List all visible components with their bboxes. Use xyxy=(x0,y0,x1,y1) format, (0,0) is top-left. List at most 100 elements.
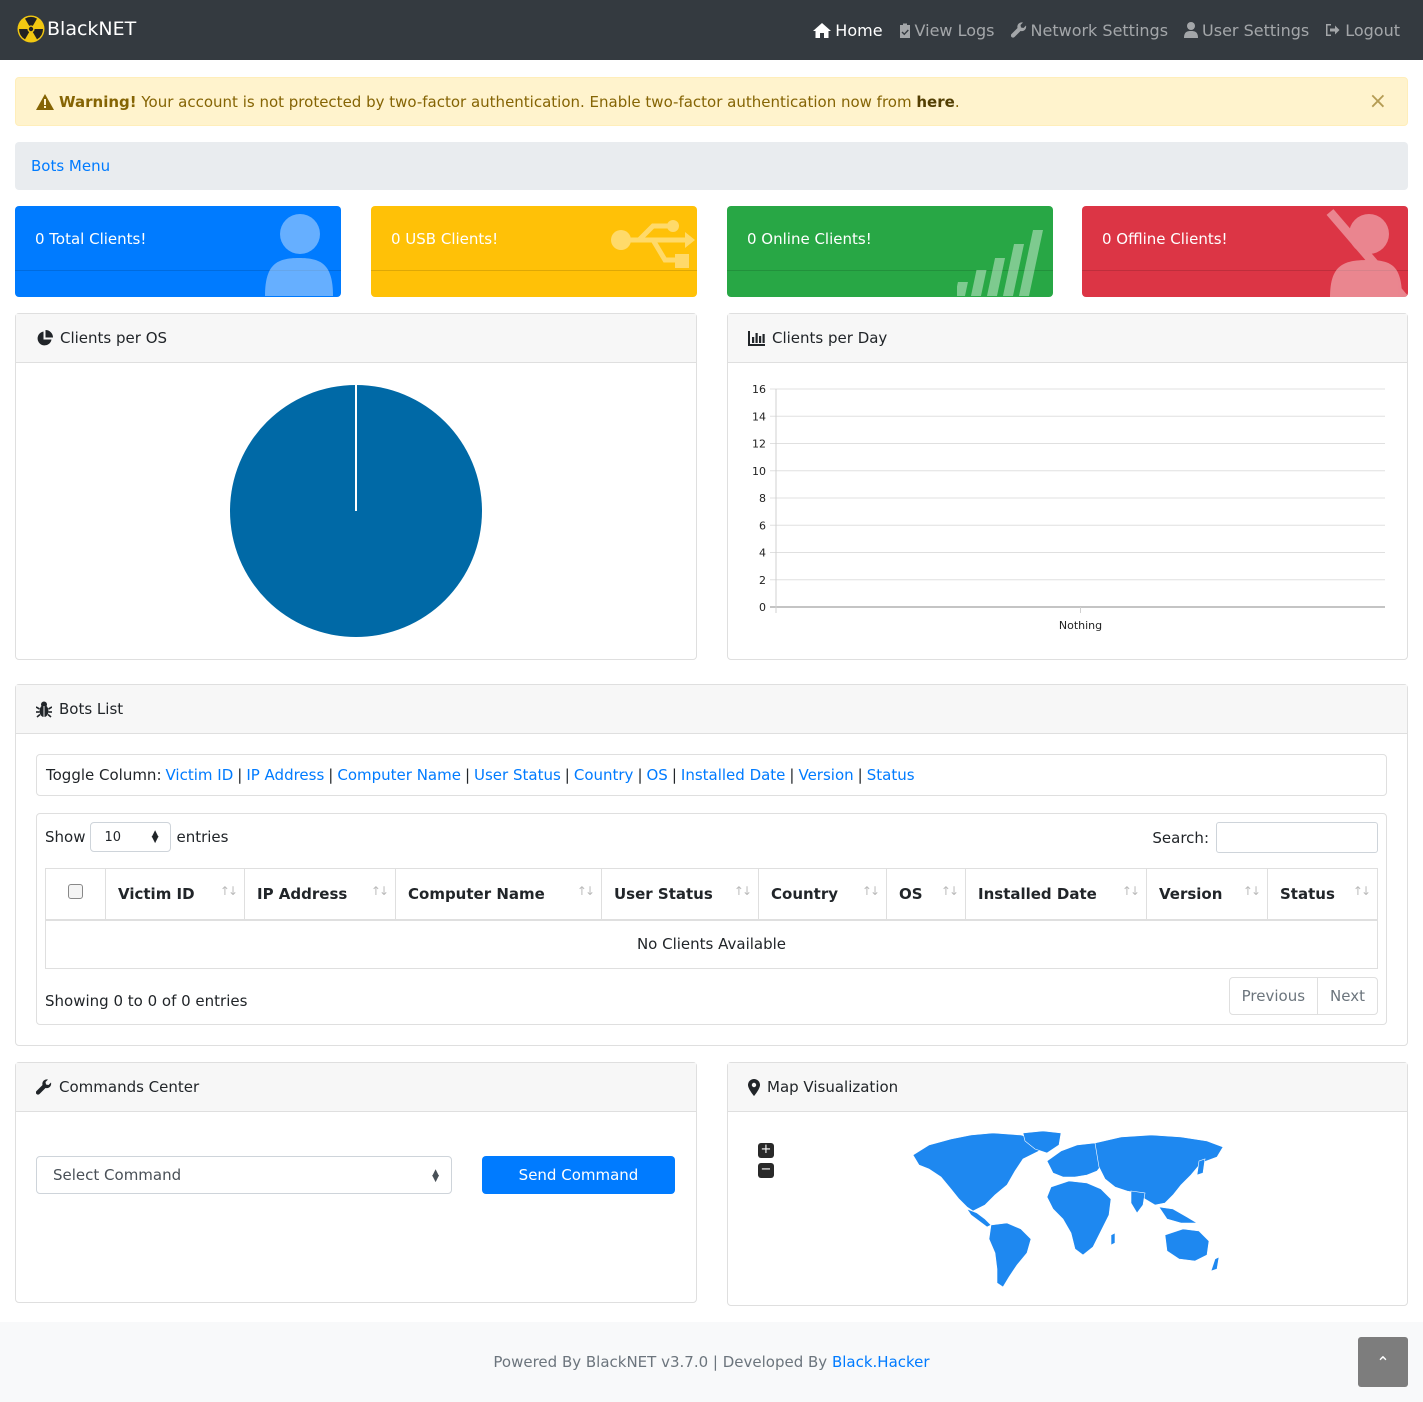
sort-icon: ↑↓ xyxy=(576,884,595,898)
brand-link[interactable]: BlackNET xyxy=(17,15,136,43)
toggle-status[interactable]: Status xyxy=(867,766,915,784)
sort-icon: ↑↓ xyxy=(219,884,238,898)
header-user-status-label: User Status xyxy=(614,884,713,903)
table-header-row: Victim ID ↑↓ IP Address ↑↓ Computer Name ↑↓… xyxy=(45,868,1378,921)
nav-home[interactable]: Home xyxy=(813,21,883,40)
entries-length-control: Show 10 ▲ ▼ entries xyxy=(45,822,228,852)
header-version-label: Version xyxy=(1159,884,1223,903)
toggle-ip-address[interactable]: IP Address xyxy=(246,766,324,784)
footer: Powered By BlackNET v3.7.0 | Developed B… xyxy=(0,1322,1423,1402)
wrench-icon xyxy=(1010,22,1026,38)
breadcrumb-bots-menu[interactable]: Bots Menu xyxy=(31,157,110,175)
developer-link[interactable]: Black.Hacker xyxy=(832,1353,930,1371)
entries-select[interactable]: 10 ▲ ▼ xyxy=(90,822,172,852)
header-installed-date[interactable]: Installed Date ↑↓ xyxy=(965,868,1147,921)
alert-link[interactable]: here xyxy=(916,93,954,111)
clients-per-day-header: Clients per Day xyxy=(728,314,1407,363)
zoom-in-button[interactable]: + xyxy=(758,1143,774,1158)
southeast-asia-shape xyxy=(1158,1206,1199,1224)
send-command-button[interactable]: Send Command xyxy=(482,1156,675,1194)
empty-table-cell: No Clients Available xyxy=(45,919,1378,969)
online-clients-card[interactable]: 0 Online Clients! xyxy=(727,206,1053,297)
alert-end: . xyxy=(954,92,960,111)
clients-per-os-card: Clients per OS xyxy=(15,313,697,660)
commands-center-card: Commands Center Select Command ▲ ▼ Send C… xyxy=(15,1062,697,1303)
sort-icon: ↑↓ xyxy=(733,884,752,898)
select-caret-icon: ▲ ▼ xyxy=(432,1168,439,1184)
commands-center-header: Commands Center xyxy=(16,1063,696,1112)
toggle-os[interactable]: OS xyxy=(647,766,668,784)
sign-out-icon xyxy=(1326,24,1340,36)
toggle-victim-id[interactable]: Victim ID xyxy=(166,766,234,784)
toggle-country[interactable]: Country xyxy=(574,766,634,784)
alert-close-button[interactable]: × xyxy=(1369,91,1387,113)
header-country[interactable]: Country ↑↓ xyxy=(758,868,887,921)
y-tick-label: 12 xyxy=(752,438,766,451)
user-icon xyxy=(265,214,333,296)
alert-text: Your account is not protected by two-fac… xyxy=(141,92,912,111)
y-tick-label: 6 xyxy=(759,519,766,532)
clients-per-os-title: Clients per OS xyxy=(60,329,168,347)
south-america-shape xyxy=(988,1222,1032,1288)
header-version[interactable]: Version ↑↓ xyxy=(1146,868,1268,921)
datatable-wrapper: Show 10 ▲ ▼ entries Search: Victim ID ↑↓ I… xyxy=(36,813,1387,1025)
total-clients-card[interactable]: 0 Total Clients! xyxy=(15,206,341,297)
sort-icon: ↑↓ xyxy=(861,884,880,898)
header-ip-address[interactable]: IP Address ↑↓ xyxy=(244,868,396,921)
toggle-computer-name[interactable]: Computer Name xyxy=(337,766,461,784)
header-victim-id[interactable]: Victim ID ↑↓ xyxy=(105,868,245,921)
command-select[interactable]: Select Command ▲ ▼ xyxy=(36,1156,452,1194)
header-os-label: OS xyxy=(899,884,923,903)
nav-view-logs[interactable]: View Logs xyxy=(899,21,995,40)
header-victim-id-label: Victim ID xyxy=(118,884,195,903)
select-all-checkbox[interactable] xyxy=(68,884,83,900)
toggle-separator: | xyxy=(237,766,243,784)
nav-user-settings[interactable]: User Settings xyxy=(1184,21,1309,40)
header-status[interactable]: Status ↑↓ xyxy=(1267,868,1378,921)
scroll-to-top-button[interactable]: ⌃ xyxy=(1358,1337,1408,1387)
table-row: No Clients Available xyxy=(45,919,1378,969)
clients-per-day-title: Clients per Day xyxy=(772,329,888,347)
nav-logout[interactable]: Logout xyxy=(1325,21,1400,40)
y-tick-label: 16 xyxy=(752,383,766,396)
toggle-separator: | xyxy=(671,766,677,784)
navbar: BlackNET Home View Logs Network Settings… xyxy=(0,0,1423,60)
offline-clients-label: 0 Offline Clients! xyxy=(1102,230,1228,248)
y-tick-label: 4 xyxy=(759,547,766,560)
clients-per-day-chart: 0 2 4 6 8 10 12 14 16 Nothing xyxy=(752,383,1385,632)
command-select-value: Select Command xyxy=(53,1166,182,1184)
signal-icon xyxy=(957,230,1043,296)
user-slash-icon xyxy=(1326,209,1408,297)
bug-icon xyxy=(36,701,52,718)
header-status-label: Status xyxy=(1280,884,1335,903)
central-america-shape xyxy=(966,1208,992,1228)
usb-clients-card[interactable]: 0 USB Clients! xyxy=(371,206,697,297)
bots-list-title: Bots List xyxy=(59,700,124,718)
warning-icon xyxy=(36,93,54,110)
search-input[interactable] xyxy=(1216,822,1378,853)
zoom-out-button[interactable]: − xyxy=(758,1163,774,1178)
bots-list-card: Bots List Toggle Column: Victim ID | IP A… xyxy=(15,684,1408,1046)
toggle-separator: | xyxy=(857,766,863,784)
next-page-button[interactable]: Next xyxy=(1317,978,1377,1014)
toggle-installed-date[interactable]: Installed Date xyxy=(681,766,786,784)
entries-label: entries xyxy=(176,828,229,846)
toggle-version[interactable]: Version xyxy=(798,766,853,784)
header-os[interactable]: OS ↑↓ xyxy=(886,868,966,921)
previous-page-button[interactable]: Previous xyxy=(1230,978,1317,1014)
toggle-separator: | xyxy=(564,766,570,784)
wrench-icon xyxy=(36,1079,52,1095)
nav-user-settings-label: User Settings xyxy=(1202,20,1310,40)
bar-chart-icon xyxy=(748,330,765,346)
sort-icon: ↑↓ xyxy=(1121,884,1140,898)
toggle-user-status[interactable]: User Status xyxy=(474,766,561,784)
offline-clients-card[interactable]: 0 Offline Clients! xyxy=(1082,206,1408,297)
world-map xyxy=(912,1131,1224,1288)
footer-text: Powered By BlackNET v3.7.0 | Developed B… xyxy=(493,1353,828,1371)
nav-network-settings[interactable]: Network Settings xyxy=(1010,21,1168,40)
header-computer-name[interactable]: Computer Name ↑↓ xyxy=(395,868,602,921)
header-user-status[interactable]: User Status ↑↓ xyxy=(601,868,759,921)
australia-shape xyxy=(1164,1228,1210,1262)
table-info: Showing 0 to 0 of 0 entries xyxy=(45,992,248,1010)
madagascar-shape xyxy=(1110,1232,1116,1246)
